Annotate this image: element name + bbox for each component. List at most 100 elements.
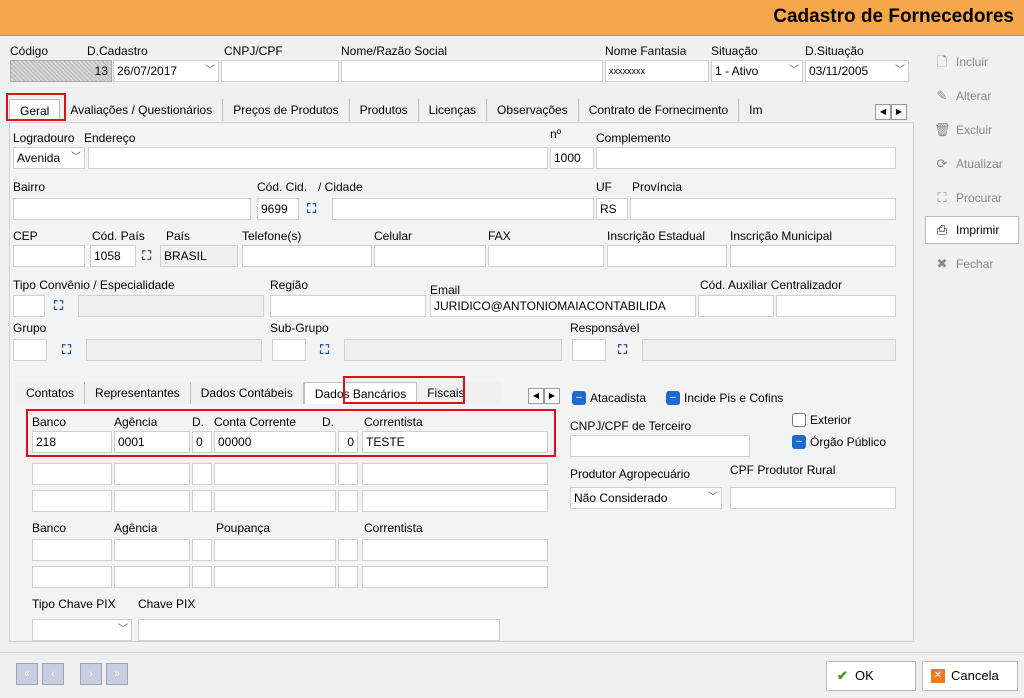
poupanca-field[interactable]: [214, 539, 336, 561]
agencia-digit-field[interactable]: [192, 490, 212, 512]
codcid-field[interactable]: 9699: [257, 198, 299, 220]
responsavel-code-field[interactable]: [572, 339, 606, 361]
correntista-field[interactable]: [362, 490, 548, 512]
cep-field[interactable]: [13, 245, 85, 267]
agencia-field[interactable]: 0001: [114, 431, 190, 453]
grupo-code-field[interactable]: [13, 339, 47, 361]
codpais-field[interactable]: 1058: [90, 245, 136, 267]
uf-field[interactable]: RS: [596, 198, 628, 220]
ok-button[interactable]: ✔ OK: [826, 661, 916, 691]
alterar-button[interactable]: ✎ Alterar: [925, 82, 1019, 110]
cancela-button[interactable]: ✕ Cancela: [922, 661, 1018, 691]
tab-contrato[interactable]: Contrato de Fornecimento: [578, 99, 740, 121]
correntista-poup-field[interactable]: [362, 566, 548, 588]
subtab-scroll-left[interactable]: ◀: [528, 388, 544, 404]
exterior-checkbox[interactable]: [792, 413, 806, 427]
procurar-button[interactable]: ⛶ Procurar: [925, 184, 1019, 212]
atualizar-button[interactable]: ⟳ Atualizar: [925, 150, 1019, 178]
incide-checkbox[interactable]: –: [666, 391, 680, 405]
binoculars-icon[interactable]: ⛶: [618, 342, 627, 358]
agencia-digit-field[interactable]: 0: [192, 431, 212, 453]
subtab-contatos[interactable]: Contatos: [16, 382, 86, 404]
excluir-button[interactable]: 🗑 Excluir: [925, 116, 1019, 144]
subtab-representantes[interactable]: Representantes: [85, 382, 191, 404]
banco-field[interactable]: 218: [32, 431, 112, 453]
tab-geral[interactable]: Geral: [9, 99, 61, 121]
tab-scroll-right[interactable]: ▶: [891, 104, 907, 120]
tab-observacoes[interactable]: Observações: [487, 99, 579, 121]
binoculars-icon[interactable]: ⛶: [307, 201, 316, 217]
correntista-field[interactable]: [362, 463, 548, 485]
binoculars-icon[interactable]: ⛶: [142, 248, 151, 264]
produtor-select[interactable]: Não Considerado ﹀: [570, 487, 722, 509]
atacadista-checkbox[interactable]: –: [572, 391, 586, 405]
bairro-field[interactable]: [13, 198, 251, 220]
logradouro-select[interactable]: Avenida ﹀: [13, 147, 85, 169]
correntista-field[interactable]: TESTE: [362, 431, 548, 453]
tab-produtos[interactable]: Produtos: [349, 99, 419, 121]
subtab-fiscais[interactable]: Fiscais: [417, 382, 501, 404]
cpf-rural-field[interactable]: [730, 487, 896, 509]
complemento-field[interactable]: [596, 147, 896, 169]
situacao-select[interactable]: 1 - Ativo ﹀: [711, 60, 803, 82]
pix-field[interactable]: [138, 619, 500, 641]
last-record-icon[interactable]: »: [106, 663, 128, 685]
fax-field[interactable]: [488, 245, 604, 267]
subtab-scroll-right[interactable]: ▶: [544, 388, 560, 404]
cidade-field[interactable]: [332, 198, 594, 220]
endereco-field[interactable]: [88, 147, 548, 169]
celular-field[interactable]: [374, 245, 486, 267]
agencia-field[interactable]: [114, 463, 190, 485]
agencia-poup-field[interactable]: [114, 566, 190, 588]
tab-precos[interactable]: Preços de Produtos: [223, 99, 350, 121]
conta-digit-field[interactable]: [338, 463, 358, 485]
fechar-button[interactable]: ✖ Fechar: [925, 250, 1019, 278]
correntista-poup-field[interactable]: [362, 539, 548, 561]
conta-field[interactable]: 00000: [214, 431, 336, 453]
pix-tipo-select[interactable]: ﹀: [32, 619, 132, 641]
next-record-icon[interactable]: ›: [80, 663, 102, 685]
conta-digit-field[interactable]: 0: [338, 431, 358, 453]
im-field[interactable]: [730, 245, 896, 267]
fantasia-field[interactable]: xxxxxxxx: [605, 60, 709, 82]
conta-field[interactable]: [214, 463, 336, 485]
email-field[interactable]: JURIDICO@ANTONIOMAIACONTABILIDA: [430, 295, 696, 317]
banco-field[interactable]: [32, 463, 112, 485]
tab-avaliacoes[interactable]: Avaliações / Questionários: [60, 99, 224, 121]
banco-poup-field[interactable]: [32, 539, 112, 561]
numero-field[interactable]: 1000: [550, 147, 594, 169]
binoculars-icon[interactable]: ⛶: [320, 342, 329, 358]
codaux-field-1[interactable]: [698, 295, 774, 317]
agencia-poup-digit[interactable]: [192, 539, 212, 561]
dcadastro-field[interactable]: 26/07/2017 ﹀: [113, 60, 219, 82]
conta-digit-field[interactable]: [338, 490, 358, 512]
prev-record-icon[interactable]: ‹: [42, 663, 64, 685]
dsituacao-field[interactable]: 03/11/2005 ﹀: [805, 60, 909, 82]
orgao-checkbox[interactable]: –: [792, 435, 806, 449]
agencia-digit-field[interactable]: [192, 463, 212, 485]
tab-im[interactable]: Im: [739, 99, 799, 121]
tab-licencas[interactable]: Licenças: [418, 99, 488, 121]
imprimir-button[interactable]: ⎙ Imprimir: [925, 216, 1019, 244]
nome-field[interactable]: [341, 60, 603, 82]
binoculars-icon[interactable]: ⛶: [62, 342, 71, 358]
poupanca-field[interactable]: [214, 566, 336, 588]
subtab-bancarios[interactable]: Dados Bancários: [303, 382, 418, 404]
ie-field[interactable]: [607, 245, 727, 267]
banco-poup-field[interactable]: [32, 566, 112, 588]
agencia-field[interactable]: [114, 490, 190, 512]
tab-scroll-left[interactable]: ◀: [875, 104, 891, 120]
cnpj-field[interactable]: [221, 60, 339, 82]
poupanca-digit[interactable]: [338, 539, 358, 561]
cnpj-terceiro-field[interactable]: [570, 435, 750, 457]
poupanca-digit[interactable]: [338, 566, 358, 588]
agencia-poup-digit[interactable]: [192, 566, 212, 588]
subgrupo-code-field[interactable]: [272, 339, 306, 361]
banco-field[interactable]: [32, 490, 112, 512]
agencia-poup-field[interactable]: [114, 539, 190, 561]
regiao-field[interactable]: [270, 295, 426, 317]
conta-field[interactable]: [214, 490, 336, 512]
provincia-field[interactable]: [630, 198, 896, 220]
telefone-field[interactable]: [242, 245, 372, 267]
codaux-field-2[interactable]: [776, 295, 896, 317]
